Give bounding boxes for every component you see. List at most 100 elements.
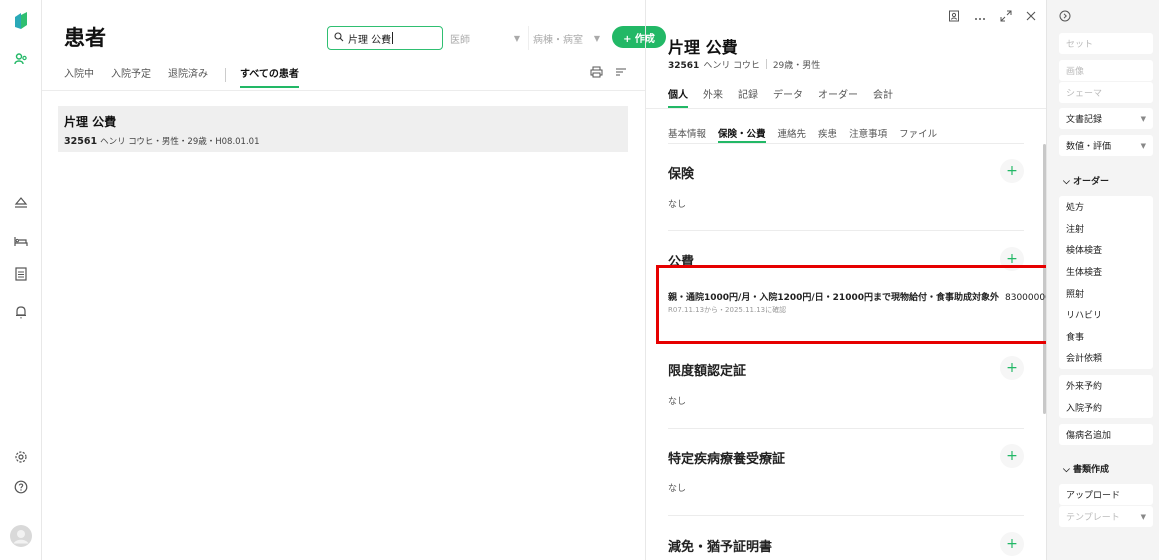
document-creation-label: 書類作成 — [1072, 465, 1109, 475]
tab-scheduled-admission[interactable]: 入院予定 — [111, 62, 151, 88]
patient-status-tabs: 入院中 入院予定 退院済み すべての患者 — [64, 62, 316, 88]
subtab-diseases[interactable]: 疾患 — [818, 126, 837, 143]
value-eval-label: 数値・評価 — [1066, 142, 1112, 152]
divider — [42, 90, 645, 91]
search-input[interactable]: 片理 公費 — [327, 26, 443, 50]
chevron-down-icon: ⌵ — [1063, 465, 1073, 475]
bed-icon[interactable] — [0, 233, 42, 249]
patient-name: 片理 公費 — [64, 115, 117, 129]
tab-inpatient[interactable]: 入院中 — [64, 62, 94, 88]
subtab-files[interactable]: ファイル — [899, 126, 937, 143]
text-caret — [392, 32, 394, 44]
page-title: 患者 — [64, 26, 106, 50]
tab-personal[interactable]: 個人 — [668, 86, 688, 108]
admission-reservation-button[interactable]: 入院予約 — [1059, 397, 1153, 419]
document-creation-header[interactable]: ⌵ 書類作成 — [1063, 462, 1109, 475]
admission-icon[interactable] — [0, 194, 42, 210]
chevron-down-icon: ▼ — [1140, 141, 1146, 150]
subtab-basic-info[interactable]: 基本情報 — [668, 126, 706, 143]
order-billing-request[interactable]: 会計依頼 — [1059, 347, 1153, 369]
order-section-header[interactable]: ⌵ オーダー — [1063, 174, 1109, 187]
add-insurance-button[interactable]: + — [1000, 159, 1024, 183]
schema-button[interactable]: シェーマ — [1059, 82, 1153, 103]
patients-icon[interactable] — [0, 50, 42, 68]
doctor-filter-select[interactable]: 医師 ▼ — [446, 26, 524, 50]
value-eval-select[interactable]: 数値・評価 ▼ — [1059, 135, 1153, 156]
right-action-panel: セット 画像 シェーマ 文書記録 ▼ 数値・評価 ▼ ⌵ オーダー 処方 注射 検体… — [1046, 0, 1159, 560]
patient-id: 32561 — [668, 61, 700, 71]
patient-summary: ヘンリ コウヒ・男性・29歳・H08.01.01 — [100, 137, 260, 147]
order-rehab[interactable]: リハビリ — [1059, 304, 1153, 326]
patient-title: 片理 公費 — [668, 38, 738, 57]
personal-subtabs: 基本情報 保険・公費 連絡先 疾患 注意事項 ファイル — [668, 126, 949, 143]
add-reduction-button[interactable]: + — [1000, 532, 1024, 556]
detail-tabs: 個人 外来 記録 データ オーダー 会計 — [668, 86, 908, 108]
more-icon[interactable] — [974, 11, 986, 24]
patient-row[interactable]: 片理 公費 32561 ヘンリ コウヒ・男性・29歳・H08.01.01 — [58, 106, 628, 152]
order-specimen-test[interactable]: 検体検査 — [1059, 239, 1153, 261]
ward-filter-label: 病棟・病室 — [533, 34, 583, 46]
chevron-down-icon: ▼ — [1140, 114, 1146, 123]
patient-meta: 32561 ヘンリ コウヒ・男性・29歳・H08.01.01 — [64, 135, 622, 147]
upload-button[interactable]: アップロード — [1059, 484, 1153, 505]
set-button[interactable]: セット — [1059, 33, 1153, 54]
search-icon — [334, 31, 344, 45]
chevron-down-icon: ▼ — [513, 33, 520, 43]
reservation-list: 外来予約 入院予約 — [1059, 375, 1153, 419]
expand-panel-icon[interactable] — [1059, 10, 1071, 25]
add-specific-disease-button[interactable]: + — [1000, 444, 1024, 468]
add-diagnosis-button[interactable]: 傷病名追加 — [1059, 424, 1153, 445]
add-limit-certificate-button[interactable]: + — [1000, 356, 1024, 380]
divider — [668, 515, 1024, 516]
printer-icon[interactable] — [590, 66, 603, 81]
patient-id: 32561 — [64, 136, 98, 147]
id-card-icon[interactable] — [948, 10, 960, 25]
bell-icon[interactable] — [0, 304, 42, 320]
expand-icon[interactable] — [1000, 10, 1012, 25]
template-label: テンプレート — [1066, 513, 1120, 523]
tab-outpatient[interactable]: 外来 — [703, 86, 723, 108]
help-icon[interactable] — [0, 479, 42, 495]
order-list: 処方 注射 検体検査 生体検査 照射 リハビリ 食事 会計依頼 — [1059, 196, 1153, 369]
sort-icon[interactable] — [615, 67, 627, 80]
close-icon[interactable] — [1026, 11, 1036, 24]
detail-toolbar — [948, 10, 1036, 25]
specific-disease-section-title: 特定疾病療養受療証 — [668, 452, 786, 467]
order-radiation[interactable]: 照射 — [1059, 282, 1153, 304]
insurance-section-title: 保険 — [668, 167, 695, 182]
limit-certificate-value: なし — [668, 397, 687, 407]
ward-filter-select[interactable]: 病棟・病室 ▼ — [528, 26, 604, 50]
user-avatar[interactable] — [0, 524, 42, 548]
document-record-label: 文書記録 — [1066, 115, 1103, 125]
patient-kana: ヘンリ コウヒ — [703, 61, 760, 71]
outpatient-reservation-button[interactable]: 外来予約 — [1059, 375, 1153, 397]
subtab-contacts[interactable]: 連絡先 — [778, 126, 807, 143]
logo-icon[interactable] — [0, 10, 42, 32]
tab-records[interactable]: 記録 — [738, 86, 758, 108]
order-injection[interactable]: 注射 — [1059, 218, 1153, 240]
subtab-insurance-public[interactable]: 保険・公費 — [718, 126, 766, 143]
order-prescription[interactable]: 処方 — [1059, 196, 1153, 218]
tab-all-patients[interactable]: すべての患者 — [240, 62, 299, 88]
patient-list-panel: 患者 片理 公費 医師 ▼ 病棟・病室 ▼ + 作成 入院中 入院予定 退院済み… — [42, 0, 666, 560]
patient-subtitle: 32561 ヘンリ コウヒ 29歳・男性 — [668, 58, 820, 71]
subtab-cautions[interactable]: 注意事項 — [849, 126, 887, 143]
tab-separator — [225, 68, 226, 82]
document-list-icon[interactable] — [0, 266, 42, 282]
tab-data[interactable]: データ — [773, 86, 803, 108]
template-select[interactable]: テンプレート ▼ — [1059, 506, 1153, 527]
settings-icon[interactable] — [0, 449, 42, 465]
tab-billing[interactable]: 会計 — [873, 86, 893, 108]
separator — [765, 59, 767, 69]
image-button[interactable]: 画像 — [1059, 60, 1153, 81]
divider — [668, 143, 1024, 144]
document-record-select[interactable]: 文書記録 ▼ — [1059, 108, 1153, 129]
divider — [668, 428, 1024, 429]
order-meal[interactable]: 食事 — [1059, 326, 1153, 348]
order-header-label: オーダー — [1072, 177, 1109, 187]
search-value: 片理 公費 — [348, 34, 392, 46]
order-physiological-test[interactable]: 生体検査 — [1059, 261, 1153, 283]
tab-orders[interactable]: オーダー — [818, 86, 858, 108]
tab-discharged[interactable]: 退院済み — [168, 62, 208, 88]
chevron-down-icon: ▼ — [1140, 512, 1146, 521]
